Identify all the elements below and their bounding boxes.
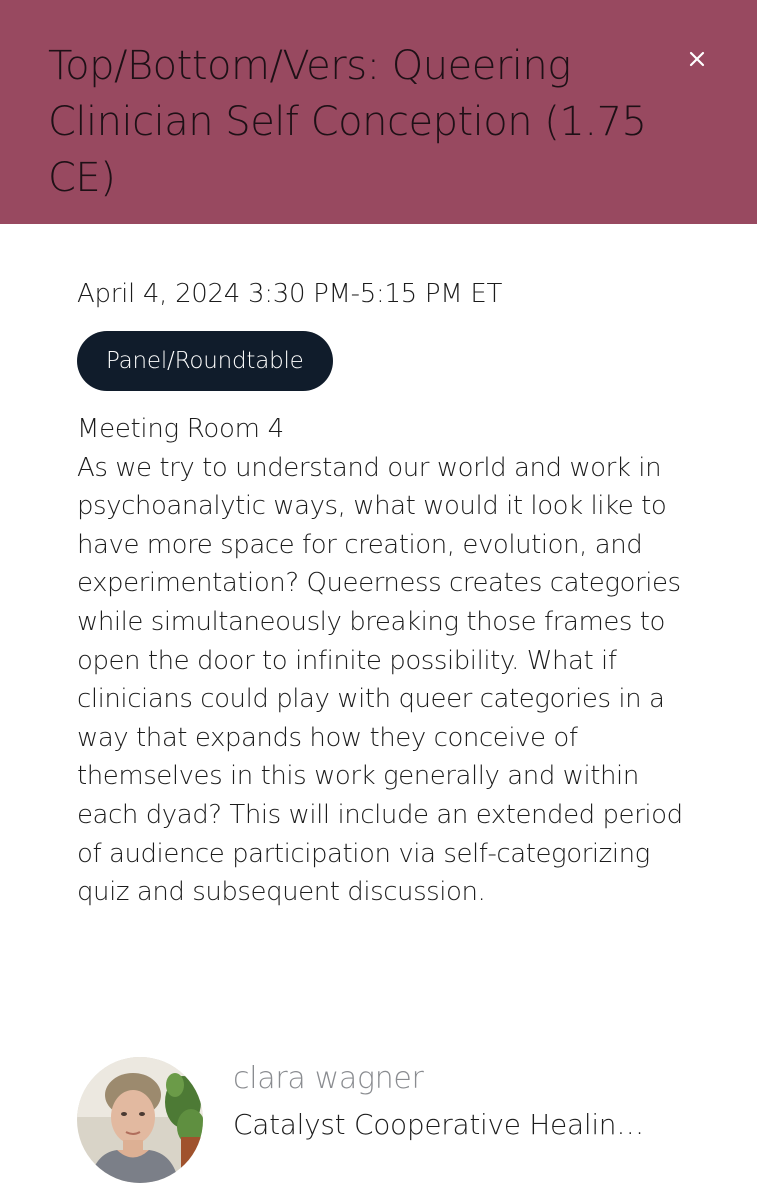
speaker-avatar bbox=[77, 1057, 203, 1183]
session-description: As we try to understand our world and wo… bbox=[77, 452, 683, 908]
speaker-name: clara wagner bbox=[233, 1061, 424, 1096]
session-format-badge: Panel/Roundtable bbox=[77, 331, 333, 391]
session-details: April 4, 2024 3:30 PM-5:15 PM ET Panel/R… bbox=[77, 274, 697, 912]
session-title: Top/Bottom/Vers: Queering Clinician Self… bbox=[48, 43, 647, 201]
session-location: Meeting Room 4 bbox=[77, 414, 284, 444]
close-button[interactable] bbox=[682, 44, 712, 74]
speaker-organization: Catalyst Cooperative Healing Arts bbox=[233, 1108, 653, 1141]
close-icon bbox=[689, 51, 705, 67]
modal-header: Top/Bottom/Vers: Queering Clinician Self… bbox=[0, 0, 757, 224]
speaker-card[interactable]: clara wagner Catalyst Cooperative Healin… bbox=[77, 1057, 717, 1185]
person-photo-icon bbox=[77, 1057, 203, 1183]
session-datetime: April 4, 2024 3:30 PM-5:15 PM ET bbox=[77, 279, 503, 309]
